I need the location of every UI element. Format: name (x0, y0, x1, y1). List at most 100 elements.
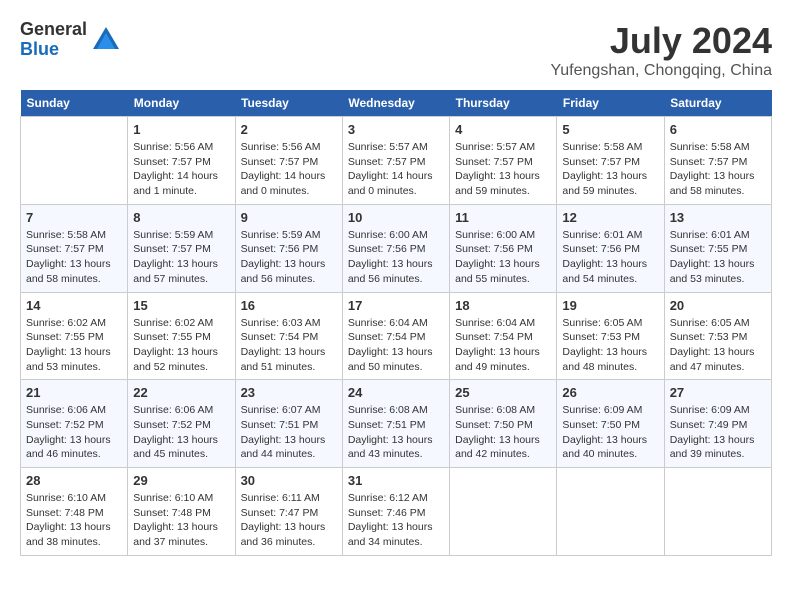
day-number: 7 (26, 210, 122, 225)
day-info: Sunrise: 6:07 AM Sunset: 7:51 PM Dayligh… (241, 403, 337, 462)
day-number: 20 (670, 298, 766, 313)
day-cell: 24Sunrise: 6:08 AM Sunset: 7:51 PM Dayli… (342, 380, 449, 468)
day-number: 6 (670, 122, 766, 137)
column-header-saturday: Saturday (664, 90, 771, 117)
day-info: Sunrise: 6:00 AM Sunset: 7:56 PM Dayligh… (455, 228, 551, 287)
day-info: Sunrise: 6:11 AM Sunset: 7:47 PM Dayligh… (241, 491, 337, 550)
day-number: 9 (241, 210, 337, 225)
column-header-tuesday: Tuesday (235, 90, 342, 117)
logo-icon (91, 25, 121, 55)
day-cell (21, 117, 128, 205)
day-cell: 4 Sunrise: 5:57 AM Sunset: 7:57 PM Daylig… (450, 117, 557, 205)
day-cell: 6 Sunrise: 5:58 AM Sunset: 7:57 PM Daylig… (664, 117, 771, 205)
day-info: Sunrise: 6:08 AM Sunset: 7:50 PM Dayligh… (455, 403, 551, 462)
day-cell: 8 Sunrise: 5:59 AM Sunset: 7:57 PM Daylig… (128, 204, 235, 292)
column-header-monday: Monday (128, 90, 235, 117)
day-info: Sunrise: 5:58 AM Sunset: 7:57 PM Dayligh… (562, 140, 658, 199)
day-info: Sunrise: 6:01 AM Sunset: 7:56 PM Dayligh… (562, 228, 658, 287)
week-row-4: 21 Sunrise: 6:06 AM Sunset: 7:52 PM Dayli… (21, 380, 772, 468)
day-number: 16 (241, 298, 337, 313)
day-cell: 22Sunrise: 6:06 AM Sunset: 7:52 PM Dayli… (128, 380, 235, 468)
calendar-table: SundayMondayTuesdayWednesdayThursdayFrid… (20, 90, 772, 556)
month-year-title: July 2024 (550, 20, 772, 62)
day-cell: 27 Sunrise: 6:09 AM Sunset: 7:49 PM Dayli… (664, 380, 771, 468)
day-info: Sunrise: 6:01 AM Sunset: 7:55 PM Dayligh… (670, 228, 766, 287)
day-info: Sunrise: 6:10 AM Sunset: 7:48 PM Dayligh… (26, 491, 122, 550)
day-cell: 28 Sunrise: 6:10 AM Sunset: 7:48 PM Dayli… (21, 468, 128, 556)
day-number: 25 (455, 385, 551, 400)
day-info: Sunrise: 6:09 AM Sunset: 7:49 PM Dayligh… (670, 403, 766, 462)
day-info: Sunrise: 5:59 AM Sunset: 7:57 PM Dayligh… (133, 228, 229, 287)
day-info: Sunrise: 6:12 AM Sunset: 7:46 PM Dayligh… (348, 491, 444, 550)
day-number: 30 (241, 473, 337, 488)
day-info: Sunrise: 6:09 AM Sunset: 7:50 PM Dayligh… (562, 403, 658, 462)
logo-general: General (20, 20, 87, 40)
day-number: 19 (562, 298, 658, 313)
day-number: 17 (348, 298, 444, 313)
day-number: 28 (26, 473, 122, 488)
day-cell: 18 Sunrise: 6:04 AM Sunset: 7:54 PM Dayli… (450, 292, 557, 380)
day-cell: 25 Sunrise: 6:08 AM Sunset: 7:50 PM Dayli… (450, 380, 557, 468)
week-row-2: 7 Sunrise: 5:58 AM Sunset: 7:57 PM Daylig… (21, 204, 772, 292)
day-number: 5 (562, 122, 658, 137)
week-row-5: 28 Sunrise: 6:10 AM Sunset: 7:48 PM Dayli… (21, 468, 772, 556)
day-info: Sunrise: 6:10 AM Sunset: 7:48 PM Dayligh… (133, 491, 229, 550)
day-cell (664, 468, 771, 556)
day-cell: 15Sunrise: 6:02 AM Sunset: 7:55 PM Dayli… (128, 292, 235, 380)
day-info: Sunrise: 5:57 AM Sunset: 7:57 PM Dayligh… (455, 140, 551, 199)
day-number: 23 (241, 385, 337, 400)
day-info: Sunrise: 6:02 AM Sunset: 7:55 PM Dayligh… (133, 316, 229, 375)
day-info: Sunrise: 6:06 AM Sunset: 7:52 PM Dayligh… (133, 403, 229, 462)
day-number: 13 (670, 210, 766, 225)
day-number: 21 (26, 385, 122, 400)
column-header-sunday: Sunday (21, 90, 128, 117)
day-info: Sunrise: 6:04 AM Sunset: 7:54 PM Dayligh… (455, 316, 551, 375)
day-cell: 30 Sunrise: 6:11 AM Sunset: 7:47 PM Dayli… (235, 468, 342, 556)
day-cell (557, 468, 664, 556)
day-cell: 1Sunrise: 5:56 AM Sunset: 7:57 PM Daylig… (128, 117, 235, 205)
day-info: Sunrise: 6:05 AM Sunset: 7:53 PM Dayligh… (670, 316, 766, 375)
title-block: July 2024 Yufengshan, Chongqing, China (550, 20, 772, 80)
column-header-friday: Friday (557, 90, 664, 117)
day-info: Sunrise: 6:05 AM Sunset: 7:53 PM Dayligh… (562, 316, 658, 375)
day-info: Sunrise: 5:57 AM Sunset: 7:57 PM Dayligh… (348, 140, 444, 199)
day-cell: 20 Sunrise: 6:05 AM Sunset: 7:53 PM Dayli… (664, 292, 771, 380)
column-header-wednesday: Wednesday (342, 90, 449, 117)
location-title: Yufengshan, Chongqing, China (550, 62, 772, 80)
day-cell: 21 Sunrise: 6:06 AM Sunset: 7:52 PM Dayli… (21, 380, 128, 468)
day-number: 8 (133, 210, 229, 225)
day-cell: 29Sunrise: 6:10 AM Sunset: 7:48 PM Dayli… (128, 468, 235, 556)
day-cell: 2 Sunrise: 5:56 AM Sunset: 7:57 PM Daylig… (235, 117, 342, 205)
day-cell: 26 Sunrise: 6:09 AM Sunset: 7:50 PM Dayli… (557, 380, 664, 468)
day-info: Sunrise: 6:04 AM Sunset: 7:54 PM Dayligh… (348, 316, 444, 375)
day-number: 26 (562, 385, 658, 400)
day-cell: 10Sunrise: 6:00 AM Sunset: 7:56 PM Dayli… (342, 204, 449, 292)
day-cell: 5 Sunrise: 5:58 AM Sunset: 7:57 PM Daylig… (557, 117, 664, 205)
day-info: Sunrise: 6:02 AM Sunset: 7:55 PM Dayligh… (26, 316, 122, 375)
week-row-1: 1Sunrise: 5:56 AM Sunset: 7:57 PM Daylig… (21, 117, 772, 205)
day-number: 12 (562, 210, 658, 225)
day-cell: 23 Sunrise: 6:07 AM Sunset: 7:51 PM Dayli… (235, 380, 342, 468)
day-number: 27 (670, 385, 766, 400)
day-info: Sunrise: 6:03 AM Sunset: 7:54 PM Dayligh… (241, 316, 337, 375)
logo: General Blue (20, 20, 121, 60)
day-info: Sunrise: 5:56 AM Sunset: 7:57 PM Dayligh… (133, 140, 229, 199)
day-number: 2 (241, 122, 337, 137)
day-number: 14 (26, 298, 122, 313)
day-number: 4 (455, 122, 551, 137)
day-info: Sunrise: 6:06 AM Sunset: 7:52 PM Dayligh… (26, 403, 122, 462)
day-number: 18 (455, 298, 551, 313)
day-cell: 14 Sunrise: 6:02 AM Sunset: 7:55 PM Dayli… (21, 292, 128, 380)
week-row-3: 14 Sunrise: 6:02 AM Sunset: 7:55 PM Dayli… (21, 292, 772, 380)
day-info: Sunrise: 5:58 AM Sunset: 7:57 PM Dayligh… (670, 140, 766, 199)
day-number: 24 (348, 385, 444, 400)
day-number: 3 (348, 122, 444, 137)
day-info: Sunrise: 5:59 AM Sunset: 7:56 PM Dayligh… (241, 228, 337, 287)
day-number: 11 (455, 210, 551, 225)
column-header-thursday: Thursday (450, 90, 557, 117)
day-cell: 7 Sunrise: 5:58 AM Sunset: 7:57 PM Daylig… (21, 204, 128, 292)
day-cell: 11 Sunrise: 6:00 AM Sunset: 7:56 PM Dayli… (450, 204, 557, 292)
day-cell: 13 Sunrise: 6:01 AM Sunset: 7:55 PM Dayli… (664, 204, 771, 292)
day-info: Sunrise: 5:56 AM Sunset: 7:57 PM Dayligh… (241, 140, 337, 199)
day-info: Sunrise: 5:58 AM Sunset: 7:57 PM Dayligh… (26, 228, 122, 287)
